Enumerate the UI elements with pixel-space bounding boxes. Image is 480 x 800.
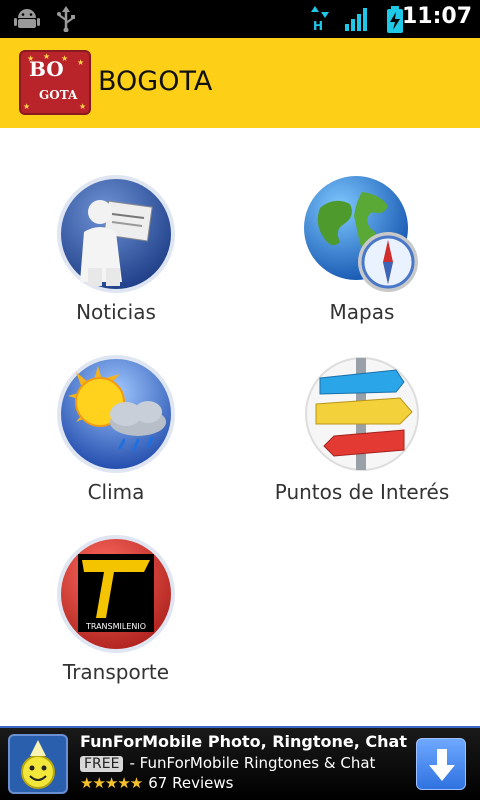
app-title-bar: ★ ★ ★ ★ ★ ★ BO GOTA BOGOTA (0, 38, 480, 128)
menu-item-label: Clima (87, 480, 145, 504)
app-title: BOGOTA (98, 66, 213, 97)
menu-item-label: Puntos de Interés (274, 480, 450, 504)
ad-banner[interactable]: FunForMobile Photo, Ringtone, Chat FREE -… (0, 726, 480, 800)
ad-rating-line: ★★★★★ 67 Reviews (80, 774, 233, 792)
menu-item-label: Transporte (62, 660, 170, 684)
menu-item-mapas[interactable]: Mapas (242, 172, 480, 324)
menu-item-label: Mapas (329, 300, 395, 324)
status-bar: H 11:07 (0, 0, 480, 38)
rating-stars: ★★★★★ (80, 774, 143, 792)
transmilenio-icon-text: TRANSMILENIO (85, 622, 146, 631)
star-icon: ★ (23, 102, 31, 111)
signal-icon (344, 6, 370, 36)
star-icon: ★ (77, 58, 85, 67)
usb-icon (56, 6, 76, 36)
download-button[interactable] (416, 738, 466, 790)
menu-item-puntos-de-interes[interactable]: Puntos de Interés (242, 352, 480, 504)
ad-title: FunForMobile Photo, Ringtone, Chat (80, 732, 407, 751)
weather-icon (54, 352, 178, 476)
menu-item-clima[interactable]: Clima (0, 352, 236, 504)
data-activity-icon: H (310, 6, 332, 36)
logo-text-bottom: GOTA (39, 88, 78, 102)
status-clock: 11:07 (401, 4, 472, 29)
news-icon (54, 172, 178, 296)
globe-compass-icon (300, 172, 424, 296)
ad-reviews: 67 Reviews (148, 774, 234, 792)
menu-item-label: Noticias (76, 300, 156, 324)
menu-item-noticias[interactable]: Noticias (0, 172, 236, 324)
logo-text-top: BO (29, 57, 64, 81)
network-type-label: H (313, 19, 323, 32)
menu-item-transporte[interactable]: TRANSMILENIO Transporte (0, 532, 236, 684)
android-debug-icon (14, 6, 40, 34)
download-arrow-icon (429, 749, 455, 781)
ad-subtitle: - FunForMobile Ringtones & Chat (129, 754, 376, 772)
signpost-icon (300, 352, 424, 476)
ad-app-icon (8, 734, 68, 794)
free-badge: FREE (80, 756, 124, 772)
bogota-logo[interactable]: ★ ★ ★ ★ ★ ★ BO GOTA (19, 50, 91, 115)
star-icon: ★ (79, 102, 87, 111)
ad-subtitle-line: FREE - FunForMobile Ringtones & Chat (80, 754, 375, 772)
transmilenio-icon: TRANSMILENIO (54, 532, 178, 656)
